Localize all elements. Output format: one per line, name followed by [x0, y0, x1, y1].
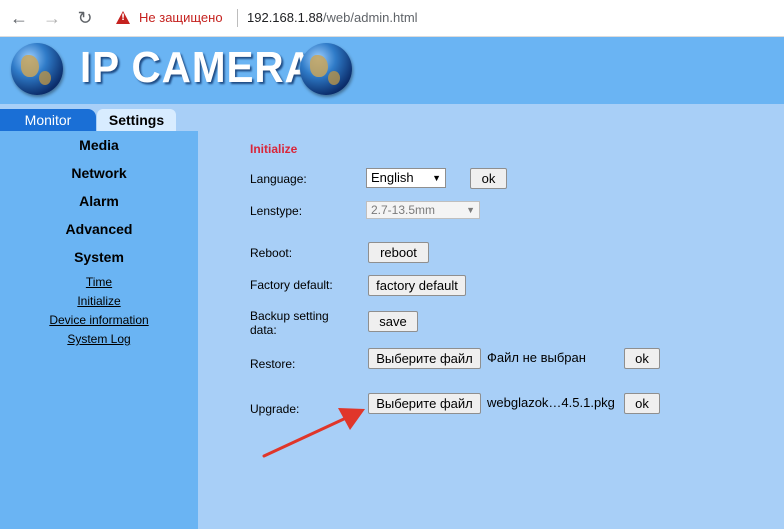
factory-default-button[interactable]: factory default — [368, 275, 466, 296]
restore-choose-file-button[interactable]: Выберите файл — [368, 348, 481, 369]
factory-default-label: Factory default: — [250, 278, 333, 292]
restore-file-status: Файл не выбран — [487, 350, 586, 365]
logo-text: IP CAMERA — [80, 43, 315, 92]
reboot-label: Reboot: — [250, 246, 293, 260]
upgrade-ok-button[interactable]: ok — [624, 393, 660, 414]
backup-label: Backup setting data: — [250, 309, 329, 337]
backup-label-line1: Backup setting — [250, 309, 329, 323]
lenstype-label: Lenstype: — [250, 204, 303, 218]
sidebar-item-alarm[interactable]: Alarm — [0, 193, 198, 209]
main-panel: Initialize Language: English ▼ ok Lensty… — [198, 104, 784, 529]
dropdown-arrow-icon: ▼ — [466, 205, 475, 215]
sidebar-item-advanced[interactable]: Advanced — [0, 221, 198, 237]
globe-icon — [11, 43, 63, 95]
lenstype-select-value: 2.7-13.5mm — [371, 203, 436, 217]
sidebar-link-device-information[interactable]: Device information — [0, 313, 198, 327]
address-separator — [237, 9, 238, 27]
forward-arrow-icon[interactable]: → — [39, 6, 65, 30]
upgrade-file-status: webglazok…4.5.1.pkg — [487, 395, 615, 410]
url-path: /web/admin.html — [322, 10, 418, 25]
sidebar-item-system[interactable]: System — [0, 249, 198, 265]
lenstype-select[interactable]: 2.7-13.5mm ▼ — [366, 201, 480, 219]
save-button[interactable]: save — [368, 311, 418, 332]
upgrade-choose-file-button[interactable]: Выберите файл — [368, 393, 481, 414]
language-select[interactable]: English ▼ — [366, 168, 446, 188]
backup-label-line2: data: — [250, 323, 277, 337]
url-host: 192.168.1.88 — [247, 10, 323, 25]
sidebar: Media Network Alarm Advanced System Time… — [0, 131, 198, 529]
language-label: Language: — [250, 172, 307, 186]
sidebar-item-media[interactable]: Media — [0, 137, 198, 153]
back-arrow-icon[interactable]: ← — [6, 6, 32, 30]
not-secure-label[interactable]: Не защищено — [139, 10, 223, 25]
annotation-arrow-icon — [262, 408, 365, 458]
browser-address-bar: ← → ↻ ! Не защищено 192.168.1.88/web/adm… — [0, 0, 784, 37]
tab-settings[interactable]: Settings — [97, 109, 176, 131]
warning-icon[interactable]: ! — [116, 11, 130, 24]
sidebar-item-network[interactable]: Network — [0, 165, 198, 181]
language-select-value: English — [371, 170, 414, 185]
url-field[interactable]: 192.168.1.88/web/admin.html — [247, 10, 418, 25]
dropdown-arrow-icon: ▼ — [432, 173, 441, 183]
page-header: IP CAMERA — [0, 37, 784, 104]
reboot-button[interactable]: reboot — [368, 242, 429, 263]
restore-label: Restore: — [250, 357, 296, 371]
tab-bar: Monitor Settings — [0, 104, 198, 131]
globe-icon — [300, 43, 352, 95]
tab-monitor[interactable]: Monitor — [0, 109, 96, 131]
reload-icon[interactable]: ↻ — [72, 6, 98, 30]
sidebar-link-time[interactable]: Time — [0, 275, 198, 289]
sidebar-link-initialize[interactable]: Initialize — [0, 294, 198, 308]
language-ok-button[interactable]: ok — [470, 168, 507, 189]
section-title: Initialize — [250, 142, 298, 156]
restore-ok-button[interactable]: ok — [624, 348, 660, 369]
sidebar-link-system-log[interactable]: System Log — [0, 332, 198, 346]
